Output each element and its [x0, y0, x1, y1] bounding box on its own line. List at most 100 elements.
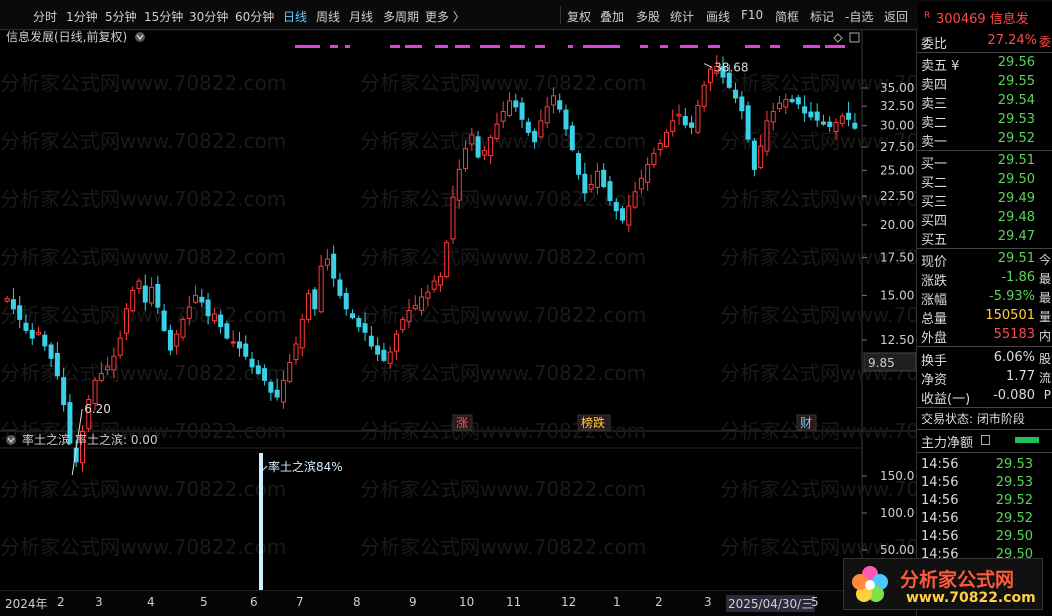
candle-body[interactable]	[280, 379, 286, 403]
candle-body[interactable]	[437, 276, 443, 286]
candle-body[interactable]	[218, 314, 224, 328]
candle-body[interactable]	[375, 345, 381, 355]
period-1min[interactable]: 1分钟	[66, 8, 98, 25]
candle-body[interactable]	[620, 208, 626, 221]
candle-body[interactable]	[293, 343, 299, 361]
candle-body[interactable]	[255, 365, 261, 375]
mark-button[interactable]: 标记	[810, 8, 834, 25]
period-monthly[interactable]: 月线	[349, 8, 373, 25]
back-button[interactable]: 返回	[884, 8, 908, 25]
candle-body[interactable]	[594, 170, 600, 188]
candle-body[interactable]	[412, 304, 418, 310]
candle-body[interactable]	[814, 111, 820, 121]
candle-body[interactable]	[29, 329, 35, 339]
candle-body[interactable]	[42, 334, 48, 347]
candle-body[interactable]	[783, 98, 789, 108]
ask-row[interactable]: 卖四 29.55	[917, 73, 1052, 93]
candle-body[interactable]	[601, 169, 607, 188]
event-marker-2[interactable]: 财	[800, 416, 812, 430]
candle-body[interactable]	[193, 294, 199, 303]
candle-body[interactable]	[494, 123, 500, 139]
candle-body[interactable]	[362, 323, 368, 333]
candle-body[interactable]	[676, 114, 682, 117]
candle-body[interactable]	[400, 318, 406, 330]
candle-body[interactable]	[626, 205, 632, 226]
candle-body[interactable]	[519, 102, 525, 120]
candle-body[interactable]	[777, 102, 783, 110]
period-60min[interactable]: 60分钟	[235, 8, 274, 25]
watchlist-button[interactable]: -自选	[845, 8, 873, 25]
candle-body[interactable]	[576, 153, 582, 175]
candle-body[interactable]	[833, 121, 839, 132]
candle-body[interactable]	[324, 258, 330, 266]
chevron-down-icon[interactable]	[135, 32, 145, 42]
candle-body[interactable]	[287, 362, 293, 382]
candle-body[interactable]	[751, 140, 757, 170]
candle-body[interactable]	[839, 115, 845, 124]
multi-stock-button[interactable]: 多股	[636, 8, 660, 25]
candle-body[interactable]	[689, 122, 695, 128]
candle-body[interactable]	[155, 283, 161, 308]
restore-right-button[interactable]: 复权	[567, 8, 591, 25]
candle-body[interactable]	[532, 130, 538, 143]
candle-body[interactable]	[500, 110, 506, 122]
candle-body[interactable]	[224, 323, 230, 339]
period-5min[interactable]: 5分钟	[105, 8, 137, 25]
candle-body[interactable]	[846, 112, 852, 120]
candle-body[interactable]	[456, 168, 462, 201]
candle-body[interactable]	[368, 335, 374, 347]
candle-body[interactable]	[538, 120, 544, 138]
candle-body[interactable]	[312, 289, 318, 310]
candle-body[interactable]	[820, 121, 826, 125]
candle-body[interactable]	[36, 331, 42, 335]
candle-body[interactable]	[789, 98, 795, 103]
candle-body[interactable]	[550, 95, 556, 106]
candle-body[interactable]	[563, 109, 569, 130]
candle-body[interactable]	[431, 280, 437, 290]
candle-body[interactable]	[544, 106, 550, 124]
candle-body[interactable]	[48, 344, 54, 359]
candle-body[interactable]	[343, 292, 349, 310]
period-more[interactable]: 更多 〉	[425, 8, 465, 25]
candle-body[interactable]	[4, 298, 10, 302]
candle-body[interactable]	[852, 122, 858, 129]
candle-body[interactable]	[262, 368, 268, 381]
candle-body[interactable]	[318, 265, 324, 313]
candle-body[interactable]	[406, 310, 412, 322]
candle-body[interactable]	[61, 377, 67, 406]
candle-body[interactable]	[670, 120, 676, 132]
candle-body[interactable]	[123, 308, 129, 334]
candle-body[interactable]	[645, 164, 651, 183]
candle-body[interactable]	[274, 389, 280, 398]
candle-body[interactable]	[23, 322, 29, 331]
candle-body[interactable]	[707, 68, 713, 83]
event-marker-1[interactable]: 榜跌	[581, 415, 605, 430]
bid-row[interactable]: 买五 29.47	[917, 228, 1052, 248]
candle-body[interactable]	[513, 100, 519, 108]
candle-body[interactable]	[387, 351, 393, 364]
event-marker-0[interactable]: 涨	[456, 415, 468, 430]
candle-body[interactable]	[117, 337, 123, 356]
ask-row[interactable]: 卖三 29.54	[917, 92, 1052, 112]
candle-body[interactable]	[450, 196, 456, 240]
candle-body[interactable]	[236, 341, 242, 349]
period-weekly[interactable]: 周线	[316, 8, 340, 25]
candle-body[interactable]	[588, 183, 594, 190]
candle-body[interactable]	[54, 352, 60, 377]
candle-body[interactable]	[419, 296, 425, 311]
ask-row[interactable]: 卖一 29.52	[917, 130, 1052, 150]
bid-row[interactable]: 买二 29.50	[917, 171, 1052, 191]
candle-body[interactable]	[167, 329, 173, 351]
candle-body[interactable]	[331, 253, 337, 279]
simple-frame-button[interactable]: 简框	[775, 8, 799, 25]
candle-body[interactable]	[607, 181, 613, 202]
candle-body[interactable]	[758, 145, 764, 168]
draw-line-button[interactable]: 画线	[706, 8, 730, 25]
candle-body[interactable]	[488, 136, 494, 157]
candle-body[interactable]	[268, 381, 274, 393]
candle-body[interactable]	[98, 373, 104, 381]
overlay-button[interactable]: 叠加	[600, 8, 624, 25]
candle-body[interactable]	[613, 201, 619, 212]
candle-body[interactable]	[161, 310, 167, 331]
candle-body[interactable]	[651, 152, 657, 166]
